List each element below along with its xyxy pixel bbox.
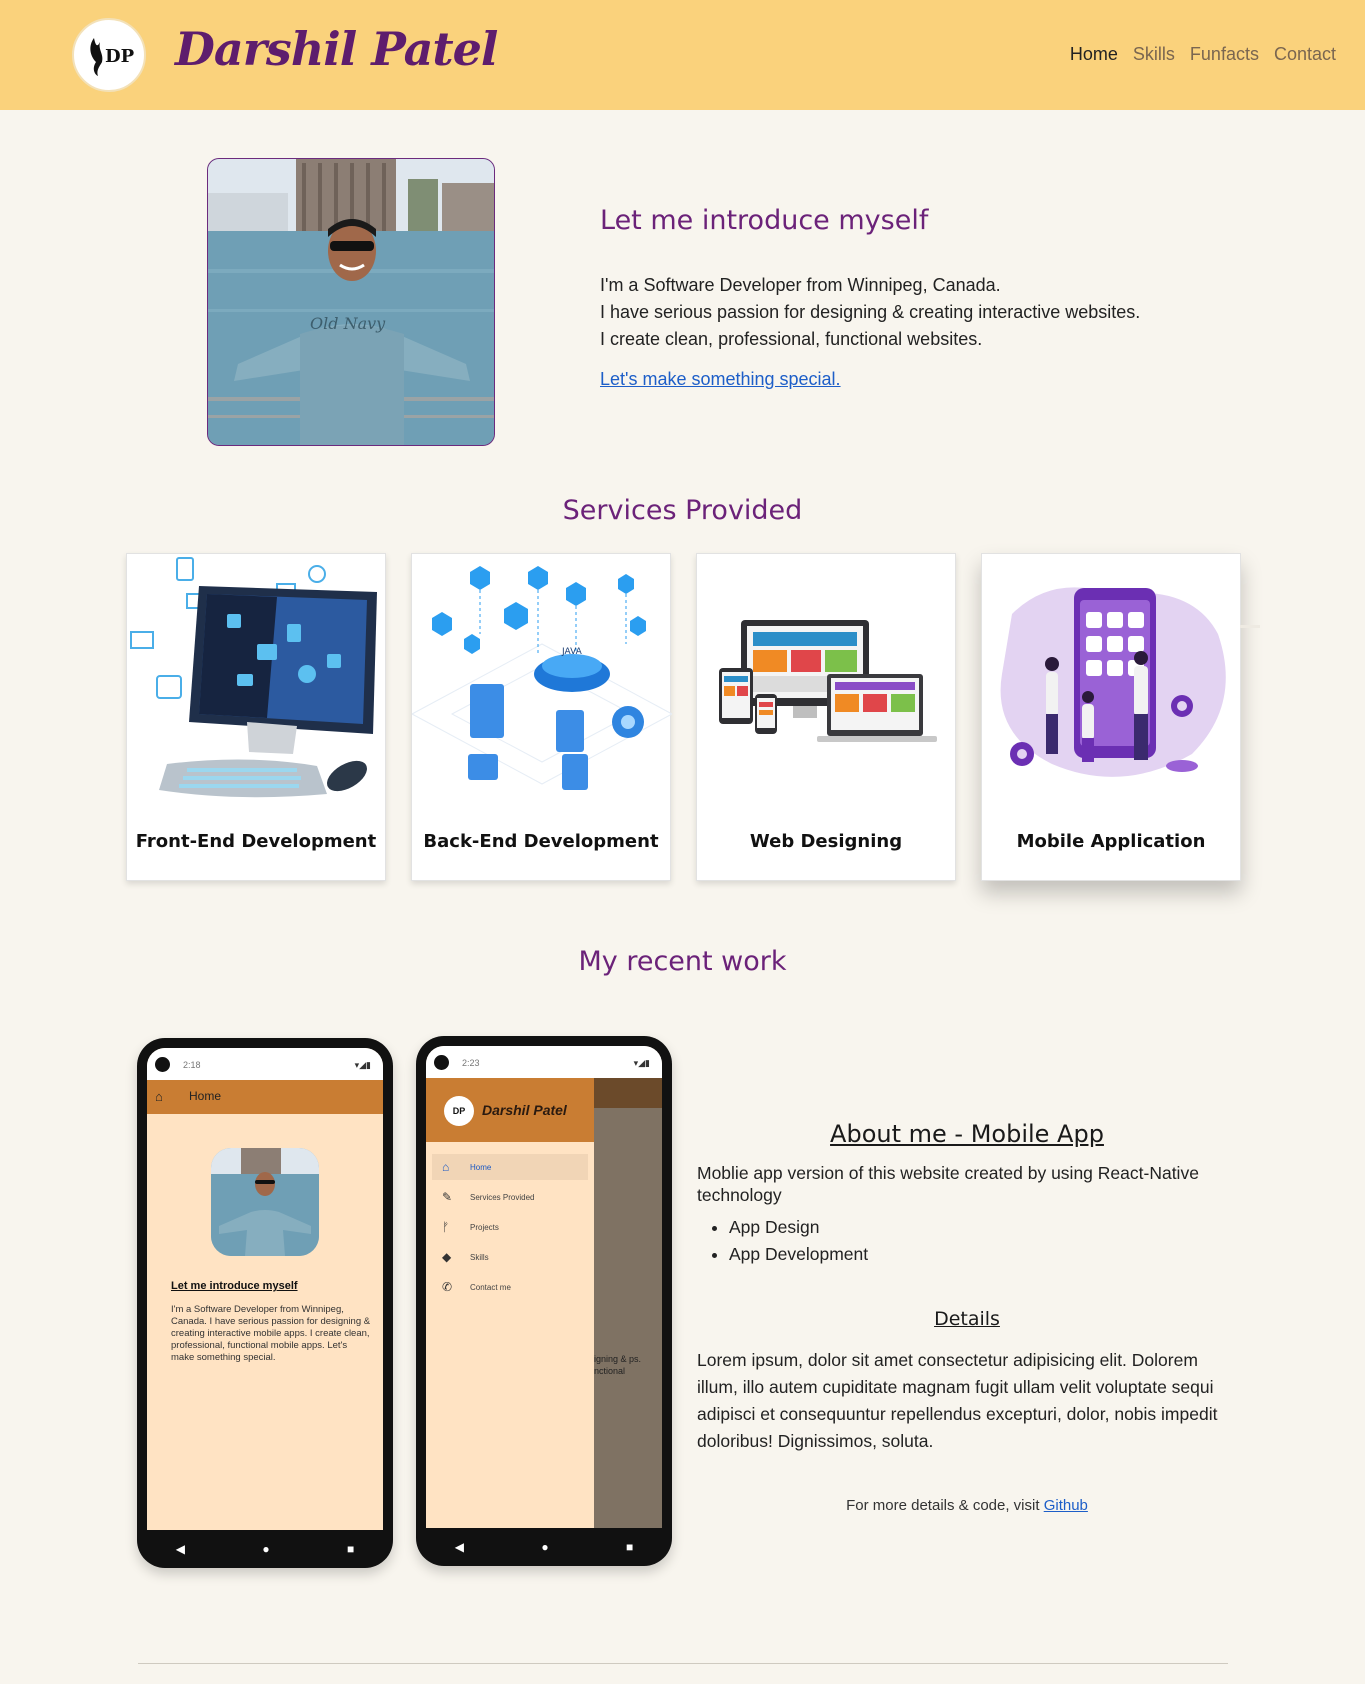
signal-icon: ▾◢▮	[633, 1058, 650, 1068]
drawer-item-label: Contact me	[470, 1283, 511, 1292]
more-prefix: For more details & code, visit	[846, 1497, 1040, 1514]
details-title: Details	[934, 1308, 1000, 1330]
list-item: App Design	[729, 1214, 1237, 1241]
back-icon[interactable]: ◀	[176, 1542, 185, 1556]
drawer-header: DP Darshil Patel	[426, 1078, 594, 1142]
divider	[1240, 625, 1260, 628]
intro-line: I'm a Software Developer from Winnipeg, …	[600, 275, 1001, 295]
service-card-frontend[interactable]: Front-End Development	[126, 553, 386, 881]
nav-contact[interactable]: Contact	[1274, 44, 1336, 65]
intro-title: Let me introduce myself	[600, 205, 929, 236]
nav-drawer: DP Darshil Patel ⌂ Home ✎ Services Provi…	[426, 1078, 594, 1528]
branch-icon: ᚠ	[442, 1220, 450, 1234]
service-card-backend[interactable]: JAVA Back-End Development	[410, 553, 674, 881]
app-bar-title: Home	[189, 1089, 222, 1103]
svg-text:JAVA: JAVA	[561, 647, 583, 657]
profile-photo: Old Navy	[207, 158, 495, 446]
cta-link[interactable]: Let's make something special.	[600, 369, 841, 390]
home-icon: ⌂	[155, 1089, 163, 1104]
signal-icon: ▾◢▮	[354, 1060, 371, 1070]
main-nav: Home Skills Funfacts Contact	[1070, 44, 1336, 65]
back-icon[interactable]: ◀	[455, 1540, 464, 1554]
phone-heading: Let me introduce myself	[171, 1280, 298, 1292]
services-cards: Front-End Development JAVA Back-End Deve…	[126, 553, 1241, 881]
nav-funfacts[interactable]: Funfacts	[1190, 44, 1259, 65]
project-title: About me - Mobile App	[830, 1120, 1104, 1148]
services-title: Services Provided	[562, 495, 803, 526]
service-label: Front-End Development	[135, 831, 377, 852]
intro-line: I create clean, professional, functional…	[600, 329, 983, 349]
nav-home[interactable]: Home	[1070, 44, 1118, 65]
phone-screenshot-home[interactable]: 2:18 ▾◢▮ ⌂ Home Let me introduce myself …	[137, 1038, 393, 1568]
app-bar: ⌂ Home	[147, 1080, 383, 1114]
drawer-item-skills[interactable]: ◆ Skills	[432, 1244, 588, 1270]
intro-line: I have serious passion for designing & c…	[600, 302, 1141, 322]
drawer-item-label: Skills	[470, 1253, 489, 1262]
list-item: App Development	[729, 1241, 1237, 1268]
project-about: About me - Mobile App Moblie app version…	[697, 1120, 1237, 1268]
drawer-item-label: Projects	[470, 1223, 499, 1232]
intro-section: Let me introduce myself I'm a Software D…	[600, 205, 1240, 390]
status-bar: 2:23 ▾◢▮	[426, 1046, 662, 1078]
svg-text:Old Navy: Old Navy	[310, 314, 386, 333]
project-bullets: App Design App Development	[729, 1214, 1237, 1268]
drawer-item-services[interactable]: ✎ Services Provided	[432, 1184, 588, 1210]
logo[interactable]: DP	[72, 18, 146, 92]
phone-screen: 2:18 ▾◢▮ ⌂ Home Let me introduce myself …	[147, 1048, 383, 1530]
phone-screenshot-drawer[interactable]: 2:23 ▾◢▮ igning & ps. nctional DP Darshi…	[416, 1036, 672, 1566]
phone-text: I'm a Software Developer from Winnipeg, …	[171, 1304, 371, 1363]
mobile-app-illustration-icon	[982, 554, 1242, 814]
profile-photo-small	[211, 1148, 319, 1256]
android-nav-bar: ◀ ● ■	[137, 1530, 393, 1568]
home-icon: ⌂	[442, 1160, 450, 1174]
wrench-icon: ✎	[442, 1190, 453, 1204]
svg-text:DP: DP	[105, 46, 135, 67]
recents-icon[interactable]: ■	[626, 1540, 633, 1554]
details-text: Lorem ipsum, dolor sit amet consectetur …	[697, 1350, 1218, 1451]
brand-name[interactable]: Darshil Patel	[175, 22, 498, 76]
responsive-devices-illustration-icon	[697, 554, 957, 814]
status-time: 2:23	[462, 1058, 480, 1068]
nav-skills[interactable]: Skills	[1133, 44, 1175, 65]
recents-icon[interactable]: ■	[347, 1542, 354, 1556]
drawer-logo: DP	[444, 1096, 474, 1126]
phone-screen: 2:23 ▾◢▮ igning & ps. nctional DP Darshi…	[426, 1046, 662, 1528]
site-header: DP Darshil Patel Home Skills Funfacts Co…	[0, 0, 1365, 110]
service-card-mobile[interactable]: Mobile Application	[981, 553, 1241, 881]
home-button-icon[interactable]: ●	[262, 1542, 269, 1556]
drawer-scrim[interactable]: igning & ps. nctional	[594, 1078, 662, 1528]
service-label: Back-End Development	[423, 831, 659, 852]
scrim-text: igning & ps. nctional	[594, 1354, 642, 1376]
computer-illustration-icon	[127, 554, 387, 814]
drawer-brand: Darshil Patel	[482, 1102, 567, 1118]
drawer-item-contact[interactable]: ✆ Contact me	[432, 1274, 588, 1300]
drawer-item-home[interactable]: ⌂ Home	[432, 1154, 588, 1180]
home-button-icon[interactable]: ●	[541, 1540, 548, 1554]
phone-icon: ✆	[442, 1280, 453, 1294]
drawer-item-projects[interactable]: ᚠ Projects	[432, 1214, 588, 1240]
status-bar: 2:18 ▾◢▮	[147, 1048, 383, 1080]
drawer-item-label: Services Provided	[470, 1193, 535, 1202]
footer-divider	[138, 1663, 1228, 1664]
service-card-webdesign[interactable]: Web Designing	[696, 553, 956, 881]
project-description: Moblie app version of this website creat…	[697, 1163, 1199, 1205]
logo-icon: DP	[90, 38, 135, 76]
drawer-item-label: Home	[470, 1163, 492, 1172]
status-time: 2:18	[183, 1060, 201, 1070]
android-nav-bar: ◀ ● ■	[416, 1528, 672, 1566]
service-label: Web Designing	[749, 831, 903, 852]
more-details: For more details & code, visit Github	[697, 1497, 1237, 1514]
github-link[interactable]: Github	[1044, 1497, 1088, 1514]
graduation-cap-icon: ◆	[442, 1250, 452, 1264]
service-label: Mobile Application	[1016, 831, 1206, 852]
server-network-illustration-icon: JAVA	[410, 554, 674, 814]
work-title: My recent work	[578, 946, 787, 977]
